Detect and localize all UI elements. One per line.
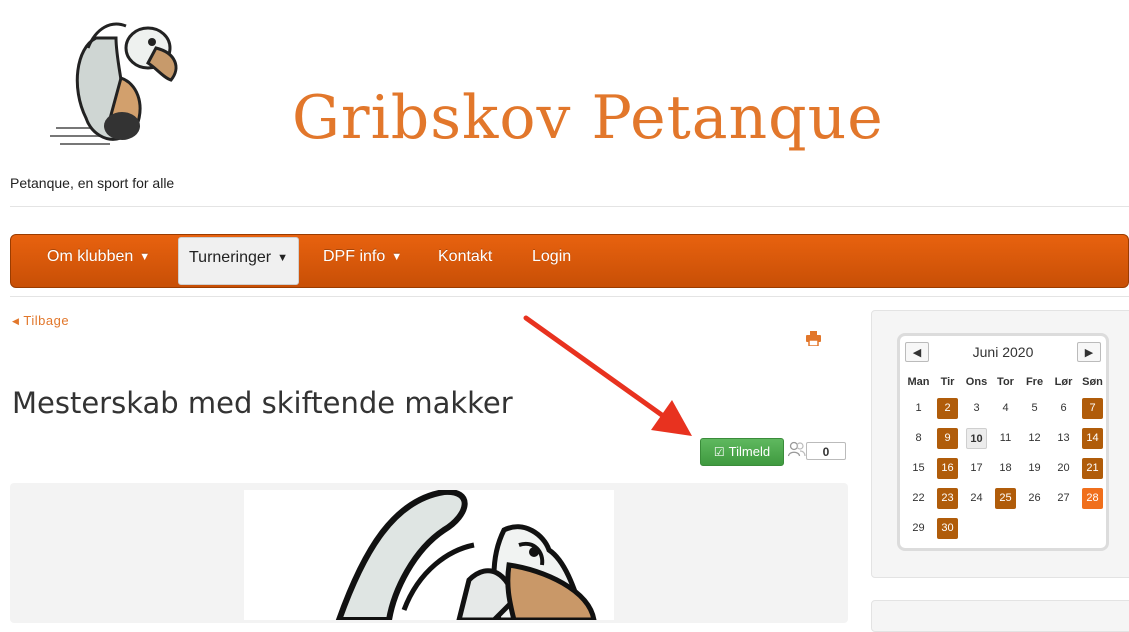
- event-title: Mesterskab med skiftende makker: [12, 386, 513, 420]
- nav-item-label: Login: [532, 248, 572, 265]
- calendar-day[interactable]: 21: [1082, 458, 1103, 479]
- calendar-day[interactable]: 27: [1053, 488, 1074, 509]
- vulture-mascot-icon: [335, 490, 597, 620]
- caret-down-icon: ▼: [277, 252, 288, 264]
- calendar-day[interactable]: 22: [908, 488, 929, 509]
- participants-icon: [788, 441, 806, 457]
- nav-item-label: DPF info: [323, 248, 386, 265]
- calendar-day[interactable]: 25: [995, 488, 1016, 509]
- calendar-day[interactable]: 9: [937, 428, 958, 449]
- calendar-weekday-header: Ons: [965, 376, 988, 388]
- calendar-day[interactable]: 18: [995, 458, 1016, 479]
- vulture-logo-icon: [50, 22, 178, 145]
- calendar-day[interactable]: 19: [1024, 458, 1045, 479]
- calendar-day[interactable]: 17: [966, 458, 987, 479]
- calendar-month-label: Juni 2020: [972, 344, 1034, 360]
- calendar-day[interactable]: 2: [937, 398, 958, 419]
- caret-down-icon: ▼: [139, 251, 151, 263]
- calendar-weekday-header: Fre: [1025, 376, 1044, 388]
- calendar-day[interactable]: 24: [966, 488, 987, 509]
- participant-count: 0: [806, 442, 846, 460]
- nav-item-login[interactable]: Login: [532, 235, 571, 287]
- calendar-day[interactable]: 7: [1082, 398, 1103, 419]
- calendar-check-icon: ☑: [713, 445, 725, 459]
- nav-item-turneringer[interactable]: Turneringer ▼: [178, 237, 299, 285]
- calendar-day[interactable]: 3: [966, 398, 987, 419]
- sidebar-panel: [871, 600, 1129, 632]
- calendar-next-button[interactable]: ▶: [1077, 342, 1101, 362]
- nav-item-kontakt[interactable]: Kontakt: [438, 235, 492, 287]
- navbar-divider: [10, 296, 1129, 297]
- calendar-day[interactable]: 23: [937, 488, 958, 509]
- nav-item-dpf-info[interactable]: DPF info ▼: [323, 235, 402, 287]
- annotation-arrow-icon: [523, 315, 692, 436]
- header-divider: [10, 206, 1129, 207]
- calendar-day[interactable]: 4: [995, 398, 1016, 419]
- signup-button[interactable]: ☑ Tilmeld: [700, 438, 784, 466]
- calendar-weekday-header: Søn: [1082, 376, 1103, 388]
- calendar-day[interactable]: 8: [908, 428, 929, 449]
- calendar-day[interactable]: 16: [937, 458, 958, 479]
- nav-item-label: Kontakt: [438, 248, 493, 265]
- calendar-day[interactable]: 6: [1053, 398, 1074, 419]
- calendar-weekday-header: Tir: [940, 376, 955, 388]
- calendar-day[interactable]: 5: [1024, 398, 1045, 419]
- print-icon[interactable]: [806, 331, 821, 346]
- calendar-day[interactable]: 10: [966, 428, 987, 449]
- site-title: Gribskov Petanque: [292, 83, 884, 153]
- nav-item-label: Turneringer: [189, 249, 272, 266]
- event-image: [244, 490, 614, 620]
- calendar-weekday-header: Lør: [1054, 376, 1073, 388]
- calendar-day[interactable]: 30: [937, 518, 958, 539]
- calendar-day[interactable]: 20: [1053, 458, 1074, 479]
- calendar-day[interactable]: 14: [1082, 428, 1103, 449]
- calendar-weekday-header: Man: [907, 376, 930, 388]
- calendar-day[interactable]: 28: [1082, 488, 1103, 509]
- nav-item-label: Om klubben: [47, 248, 134, 265]
- caret-down-icon: ▼: [391, 251, 403, 263]
- site-tagline: Petanque, en sport for alle: [10, 175, 175, 191]
- nav-item-om-klubben[interactable]: Om klubben ▼: [47, 235, 150, 287]
- calendar-day[interactable]: 12: [1024, 428, 1045, 449]
- calendar-day[interactable]: 15: [908, 458, 929, 479]
- main-navbar: Om klubben ▼ Turneringer ▼ DPF info ▼ Konta…: [10, 234, 1129, 288]
- event-calendar: ◀ Juni 2020 ▶ Man Tir Ons Tor Fre Lør Søn 1 2 3 4 5…: [897, 333, 1109, 551]
- calendar-day[interactable]: 26: [1024, 488, 1045, 509]
- triangle-left-icon: ◀: [12, 316, 20, 326]
- back-link[interactable]: ◀ Tilbage: [12, 313, 69, 328]
- calendar-day[interactable]: 29: [908, 518, 929, 539]
- calendar-day[interactable]: 13: [1053, 428, 1074, 449]
- back-link-label: Tilbage: [23, 313, 70, 328]
- calendar-weekday-header: Tor: [997, 376, 1014, 388]
- calendar-day[interactable]: 1: [908, 398, 929, 419]
- calendar-day[interactable]: 11: [995, 428, 1016, 449]
- signup-button-label: Tilmeld: [728, 444, 771, 459]
